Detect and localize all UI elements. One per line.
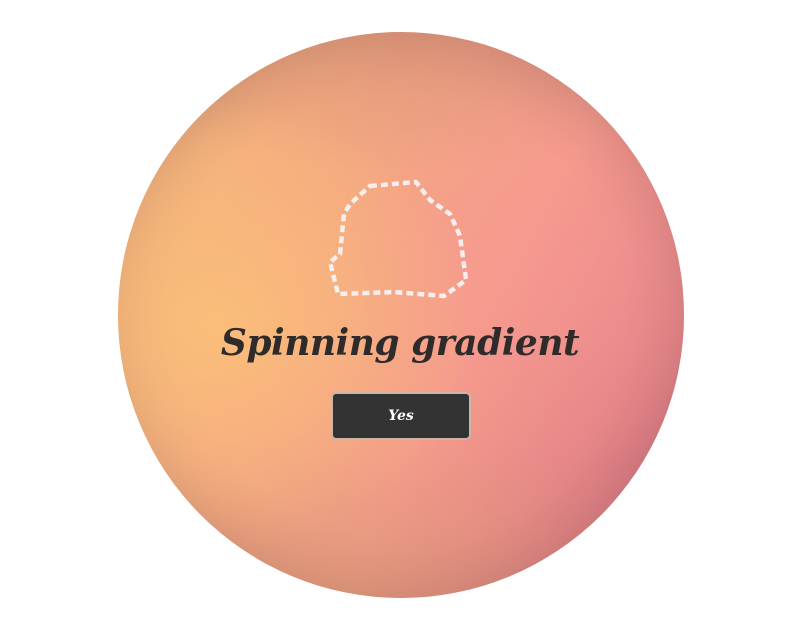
page: Spinning gradient Yes: [0, 0, 800, 632]
dashed-outline-blob-icon: [327, 179, 469, 299]
yes-button[interactable]: Yes: [331, 392, 471, 440]
gradient-orb: [118, 32, 684, 598]
page-title: Spinning gradient: [220, 322, 580, 364]
